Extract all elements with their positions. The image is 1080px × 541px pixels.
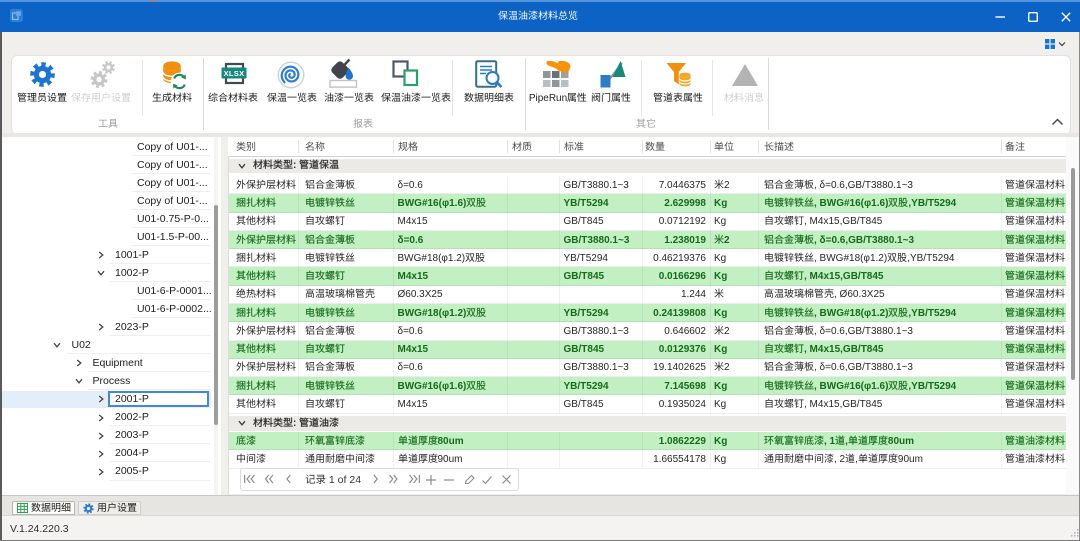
svg-text:XLSX: XLSX [224, 69, 245, 78]
